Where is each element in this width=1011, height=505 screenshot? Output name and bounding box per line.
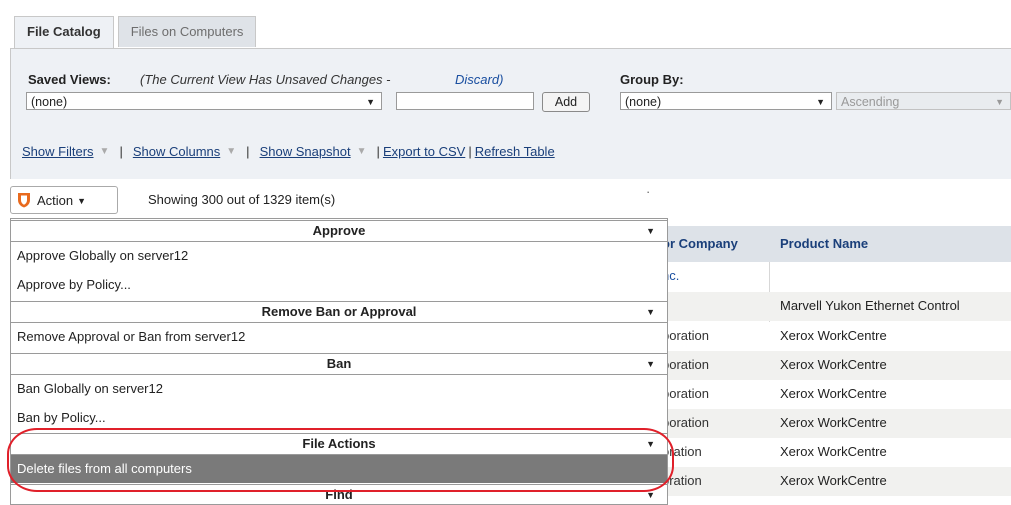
chevron-down-icon: ▼ [77, 196, 87, 206]
table-row[interactable]: poration Xerox WorkCentre [658, 351, 1011, 380]
sort-order-value: Ascending [841, 95, 900, 109]
menu-section-ban[interactable]: Ban ▼ [11, 353, 667, 375]
saved-views-select[interactable]: (none) ▼ [26, 92, 382, 110]
chevron-down-icon: ▼ [995, 97, 1004, 107]
product-cell: Xerox WorkCentre [780, 357, 887, 372]
product-cell: Xerox WorkCentre [780, 386, 887, 401]
table-row[interactable]: poration Xerox WorkCentre [658, 380, 1011, 409]
item-count: Showing 300 out of 1329 item(s) [148, 192, 336, 207]
divider: | [468, 144, 472, 159]
menu-section-approve[interactable]: Approve ▼ [11, 220, 667, 242]
chevron-down-icon: ▼ [366, 97, 375, 107]
product-cell: Xerox WorkCentre [780, 473, 887, 488]
view-name-input[interactable] [396, 92, 534, 110]
tab-file-catalog[interactable]: File Catalog [14, 16, 114, 49]
shield-icon [18, 193, 30, 208]
vendor-cell: poration [662, 386, 709, 401]
discard-link[interactable]: Discard) [455, 72, 503, 87]
menu-item-ban-globally[interactable]: Ban Globally on server12 [17, 381, 163, 396]
action-label: Action [37, 192, 74, 208]
table-row[interactable]: poration Xerox WorkCentre [658, 409, 1011, 438]
view-settings-panel [10, 48, 1011, 179]
unsaved-changes-note: (The Current View Has Unsaved Changes - [140, 72, 391, 87]
product-cell: Marvell Yukon Ethernet Control [780, 298, 960, 313]
menu-item-remove-approval[interactable]: Remove Approval or Ban from server12 [17, 329, 245, 344]
divider: | [246, 144, 250, 159]
product-cell: Xerox WorkCentre [780, 444, 887, 459]
chevron-down-icon: ▼ [99, 146, 110, 157]
action-button[interactable]: Action ▼ [10, 186, 118, 214]
chevron-down-icon: ▼ [646, 307, 655, 317]
table-row[interactable]: nc. [658, 262, 1011, 291]
product-cell: Xerox WorkCentre [780, 415, 887, 430]
group-by-value: (none) [625, 95, 662, 109]
divider: · [646, 184, 651, 199]
menu-item-approve-globally[interactable]: Approve Globally on server12 [17, 248, 188, 263]
chevron-down-icon: ▼ [646, 226, 655, 236]
vendor-cell: poration [662, 357, 709, 372]
chevron-down-icon: ▼ [356, 146, 367, 157]
vendor-cell: poration [662, 415, 709, 430]
table-row[interactable]: oration Xerox WorkCentre [658, 467, 1011, 496]
saved-views-label: Saved Views: [28, 72, 111, 87]
column-header-product[interactable]: Product Name [780, 236, 868, 251]
show-columns-link[interactable]: Show Columns [133, 144, 220, 159]
chevron-down-icon: ▼ [816, 97, 825, 107]
saved-views-value: (none) [31, 95, 68, 109]
sort-order-select: Ascending ▼ [836, 92, 1011, 110]
section-title: Remove Ban or Approval [261, 304, 417, 319]
section-title: Ban [326, 356, 352, 371]
table-row[interactable]: oration Xerox WorkCentre [658, 438, 1011, 467]
menu-item-ban-by-policy[interactable]: Ban by Policy... [17, 410, 106, 425]
highlight-annotation [7, 428, 674, 492]
menu-section-remove-ban[interactable]: Remove Ban or Approval ▼ [11, 301, 667, 323]
table-row[interactable]: poration Xerox WorkCentre [658, 322, 1011, 351]
divider: | [119, 144, 123, 159]
tab-files-on-computers[interactable]: Files on Computers [117, 16, 257, 47]
group-by-label: Group By: [620, 72, 684, 87]
menu-item-approve-by-policy[interactable]: Approve by Policy... [17, 277, 131, 292]
column-header-vendor[interactable]: or Company [662, 236, 738, 251]
table-row[interactable]: Marvell Yukon Ethernet Control [658, 292, 1011, 321]
chevron-down-icon: ▼ [646, 359, 655, 369]
section-title: Approve [312, 223, 366, 238]
group-by-select[interactable]: (none) ▼ [620, 92, 832, 110]
show-filters-link[interactable]: Show Filters [22, 144, 94, 159]
refresh-table-link[interactable]: Refresh Table [475, 144, 555, 159]
tab-bar: File Catalog Files on Computers [14, 16, 260, 49]
product-cell: Xerox WorkCentre [780, 328, 887, 343]
show-snapshot-link[interactable]: Show Snapshot [260, 144, 351, 159]
table-toolbar: Show Filters ▼ | Show Columns ▼ | Show S… [22, 144, 555, 159]
divider: | [376, 144, 380, 159]
vendor-cell: poration [662, 328, 709, 343]
add-view-button[interactable]: Add [542, 92, 590, 112]
export-csv-link[interactable]: Export to CSV [383, 144, 465, 159]
chevron-down-icon: ▼ [226, 146, 237, 157]
